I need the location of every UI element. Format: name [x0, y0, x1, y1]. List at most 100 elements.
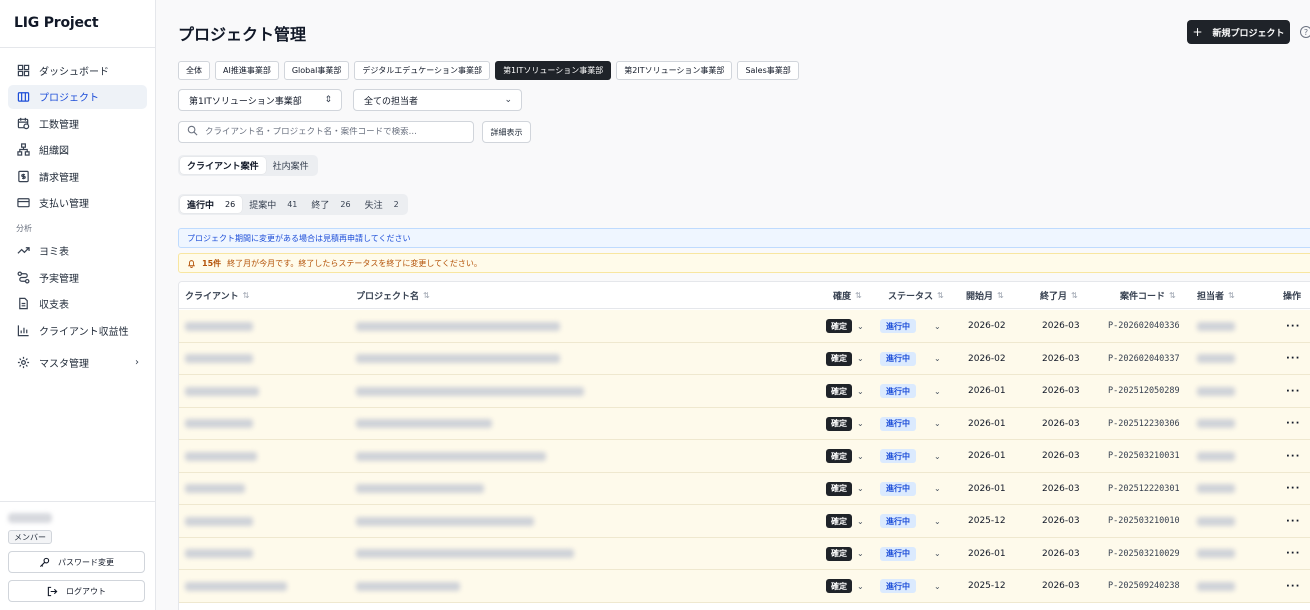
table-row[interactable]: 確定 ⌄ 進行中 ⌄ 2026-01 2026-03 P-202503210029 ··· [179, 537, 1310, 570]
sidebar-item-budget[interactable]: 予実管理 [8, 265, 147, 289]
status-cell[interactable]: 進行中 ⌄ [880, 375, 941, 407]
column-header-confirm[interactable]: 確度 ⇅ [833, 282, 862, 309]
calendar-clock-icon [16, 116, 30, 130]
search-input[interactable] [205, 127, 465, 137]
tab-internal-case[interactable]: 社内案件 [266, 157, 316, 174]
assignee-select[interactable]: 全ての担当者 ⌄ [353, 89, 522, 111]
client-cell [185, 538, 253, 570]
sidebar-item-dashboard[interactable]: ダッシュボード [8, 58, 147, 82]
project-cell[interactable] [356, 375, 584, 407]
column-header-client[interactable]: クライアント ⇅ [185, 282, 249, 309]
confirm-badge: 確定 [826, 319, 852, 333]
dept-tab-all[interactable]: 全体 [178, 61, 210, 80]
status-badge: 進行中 [880, 514, 916, 528]
project-cell[interactable] [356, 343, 560, 375]
table-row[interactable]: 確定 ⌄ 進行中 ⌄ 2026-01 2026-03 P-202503210031 ··· [179, 440, 1310, 473]
table-row[interactable]: 確定 ⌄ 進行中 ⌄ 2025-12 2026-03 P-202509240238 ··· [179, 570, 1310, 603]
status-cell[interactable]: 進行中 ⌄ [880, 343, 941, 375]
status-cell[interactable]: 進行中 ⌄ [880, 538, 941, 570]
column-header-end[interactable]: 終了月 ⇅ [1040, 282, 1078, 309]
sidebar-item-invoice[interactable]: 請求管理 [8, 164, 147, 188]
project-cell[interactable] [356, 310, 560, 342]
column-header-code[interactable]: 案件コード ⇅ [1120, 282, 1176, 309]
tab-in-progress[interactable]: 進行中 26 [180, 196, 243, 213]
chevron-down-icon: ⌄ [857, 354, 864, 363]
chevron-down-icon: ⌄ [934, 419, 941, 428]
sidebar-item-project[interactable]: プロジェクト [8, 84, 147, 109]
dept-tab-sales[interactable]: Sales事業部 [737, 61, 799, 80]
row-actions[interactable]: ··· [1286, 538, 1300, 570]
confirm-cell[interactable]: 確定 ⌄ [826, 473, 864, 505]
sidebar-item-label: クライアント収益性 [39, 326, 129, 338]
row-actions[interactable]: ··· [1286, 473, 1300, 505]
table-row[interactable]: 確定 ⌄ 進行中 ⌄ 2026-01 2026-03 P-202512230306 ··· [179, 407, 1310, 440]
status-cell[interactable]: 進行中 ⌄ [880, 570, 941, 602]
tab-lost[interactable]: 失注 2 [358, 196, 406, 213]
row-actions[interactable]: ··· [1286, 570, 1300, 602]
confirm-cell[interactable]: 確定 ⌄ [826, 505, 864, 537]
start-month-cell: 2026-02 [968, 353, 1006, 364]
confirm-cell[interactable]: 確定 ⌄ [826, 375, 864, 407]
dept-tab-global[interactable]: Global事業部 [283, 61, 350, 80]
dept-tab-it2[interactable]: 第2ITソリューション事業部 [616, 61, 733, 80]
status-cell[interactable]: 進行中 ⌄ [880, 408, 941, 440]
help-icon[interactable]: ? [1300, 26, 1310, 38]
status-cell[interactable]: 進行中 ⌄ [880, 473, 941, 505]
confirm-cell[interactable]: 確定 ⌄ [826, 440, 864, 472]
dept-tab-ai[interactable]: AI推進事業部 [215, 61, 279, 80]
confirm-cell[interactable]: 確定 ⌄ [826, 343, 864, 375]
redacted-client [185, 386, 259, 396]
sidebar-item-workload[interactable]: 工数管理 [8, 111, 147, 135]
dept-tab-it1[interactable]: 第1ITソリューション事業部 [495, 61, 612, 80]
status-tabs: 進行中 26 提案中 41 終了 26 失注 2 [178, 194, 408, 215]
password-change-button[interactable]: パスワード変更 [8, 551, 145, 573]
sidebar-item-forecast[interactable]: ヨミ表 [8, 239, 147, 263]
table-row[interactable]: 確定 ⌄ 進行中 ⌄ 2026-02 2026-03 P-202602040336 ··· [179, 310, 1310, 343]
confirm-cell[interactable]: 確定 ⌄ [826, 310, 864, 342]
status-cell[interactable]: 進行中 ⌄ [880, 505, 941, 537]
table-row[interactable]: 確定 ⌄ 進行中 ⌄ 2026-02 2026-03 P-202602040337 ··· [179, 342, 1310, 375]
project-cell[interactable] [356, 408, 492, 440]
project-cell[interactable] [356, 473, 484, 505]
column-header-start[interactable]: 開始月 ⇅ [966, 282, 1004, 309]
logout-button[interactable]: ログアウト [8, 580, 145, 602]
count-badge: 26 [225, 200, 236, 209]
column-header-project[interactable]: プロジェクト名 ⇅ [356, 282, 430, 309]
sidebar-item-payment[interactable]: 支払い管理 [8, 191, 147, 215]
column-header-status[interactable]: ステータス ⇅ [888, 282, 944, 309]
column-header-owner[interactable]: 担当者 ⇅ [1197, 282, 1235, 309]
project-cell[interactable] [356, 538, 574, 570]
sidebar-item-client-profit[interactable]: クライアント収益性 [8, 318, 147, 342]
table-row[interactable]: 確定 ⌄ 進行中 ⌄ 2026-01 2026-03 P-202512220301 ··· [179, 472, 1310, 505]
status-cell[interactable]: 進行中 ⌄ [880, 440, 941, 472]
sidebar-item-org-chart[interactable]: 組織図 [8, 138, 147, 162]
table-row[interactable]: 確定 ⌄ 進行中 ⌄ 2025-12 2026-03 P-202503210010 ··· [179, 505, 1310, 538]
row-actions[interactable]: ··· [1286, 408, 1300, 440]
row-actions[interactable]: ··· [1286, 505, 1300, 537]
project-cell[interactable] [356, 440, 546, 472]
status-cell[interactable]: 進行中 ⌄ [880, 310, 941, 342]
confirm-cell[interactable]: 確定 ⌄ [826, 408, 864, 440]
dept-tab-digital-education[interactable]: デジタルエデュケーション事業部 [354, 61, 491, 80]
chevron-right-icon: › [135, 356, 139, 368]
tab-finished[interactable]: 終了 26 [304, 196, 357, 213]
project-cell[interactable] [356, 570, 460, 602]
project-cell[interactable] [356, 505, 534, 537]
row-actions[interactable]: ··· [1286, 440, 1300, 472]
row-actions[interactable]: ··· [1286, 310, 1300, 342]
table-row[interactable]: 確定 ⌄ 進行中 ⌄ 2026-01 2026-03 P-202512050289 ··· [179, 375, 1310, 408]
tab-client-case[interactable]: クライアント案件 [180, 157, 266, 174]
row-actions[interactable]: ··· [1286, 343, 1300, 375]
confirm-badge: 確定 [826, 579, 852, 593]
tab-proposal[interactable]: 提案中 41 [242, 196, 304, 213]
confirm-cell[interactable]: 確定 ⌄ [826, 570, 864, 602]
confirm-badge: 確定 [826, 351, 852, 366]
start-month-cell: 2026-01 [968, 418, 1006, 429]
sidebar-item-income[interactable]: 収支表 [8, 292, 147, 316]
new-project-button[interactable]: + 新規プロジェクト [1187, 20, 1290, 44]
sidebar-item-master[interactable]: マスタ管理 › [8, 350, 147, 374]
detail-view-button[interactable]: 詳細表示 [482, 121, 531, 143]
confirm-cell[interactable]: 確定 ⌄ [826, 538, 864, 570]
department-select[interactable]: 第1ITソリューション事業部 ⇕ [178, 89, 342, 111]
row-actions[interactable]: ··· [1286, 375, 1300, 407]
